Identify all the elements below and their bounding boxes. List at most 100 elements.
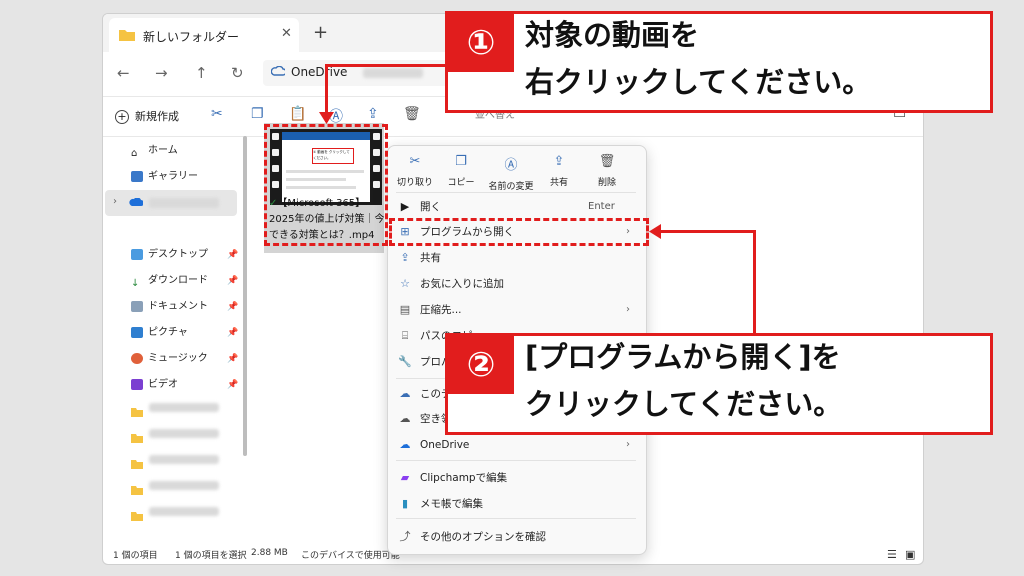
clipchamp-label: Clipchampで編集 (420, 472, 508, 484)
menu-compress[interactable]: ▤ 圧縮先... (398, 300, 462, 320)
sidebar-item-gallery[interactable]: ギャラリー (131, 168, 198, 186)
folder-name-blurred (149, 429, 219, 438)
step1-text-line1: 対象の動画を (525, 18, 700, 52)
path-icon: ⌸ (401, 329, 409, 342)
menu-edit-notepad[interactable]: ▮ メモ帳で編集 (398, 494, 483, 514)
paste-icon[interactable]: 📋 (289, 106, 306, 122)
pictures-icon (131, 326, 143, 338)
highlight-file (264, 124, 388, 246)
sidebar-label: ギャラリー (148, 171, 198, 182)
sidebar-item-folder[interactable] (131, 480, 219, 499)
sidebar-item-folder[interactable] (131, 402, 219, 421)
folder-icon (131, 460, 143, 469)
more-options-label: その他のオプションを確認 (420, 531, 546, 543)
tiles-view-icon[interactable]: ▣ (905, 548, 915, 561)
music-icon (131, 352, 143, 364)
pin-icon: 📌 (227, 354, 239, 364)
onedrive-icon (129, 198, 143, 206)
new-button[interactable]: + 新規作成 (115, 108, 179, 124)
menu-onedrive[interactable]: ☁ OneDrive (398, 435, 470, 455)
sidebar-label: ビデオ (148, 379, 178, 390)
cloud-icon (271, 66, 285, 76)
folder-name-blurred (149, 455, 219, 464)
tab-new-folder[interactable]: 新しいフォルダー ✕ (109, 18, 299, 52)
delete-action[interactable]: 🗑 削除 (582, 154, 632, 188)
callout-line (753, 230, 756, 334)
sidebar-item-downloads[interactable]: ↓ ダウンロード (131, 272, 208, 290)
sidebar-item-music[interactable]: ミュージック (131, 350, 208, 368)
navigation-pane: ⌂ ホーム ギャラリー › デスクトップ 📌 ↓ ダウンロード 📌 ドキュメント 📌… (103, 136, 243, 544)
zip-icon: ▤ (399, 303, 411, 316)
cloud-sync-icon: ☁ (399, 387, 411, 400)
tab-label: 新しいフォルダー (143, 30, 240, 44)
pin-icon: 📌 (227, 276, 239, 286)
share-icon[interactable]: ⇪ (367, 106, 379, 122)
step1-text-line2: 右クリックしてください。 (525, 65, 872, 99)
submenu-chevron-icon: › (626, 304, 630, 315)
step2-text-line2: クリックしてください。 (525, 387, 843, 421)
sidebar-item-folder[interactable] (131, 454, 219, 473)
open-label: 開く (420, 201, 441, 213)
folder-name-blurred (149, 481, 219, 490)
folder-icon (131, 434, 143, 443)
sidebar-item-home[interactable]: ⌂ ホーム (131, 142, 178, 160)
menu-add-favorite[interactable]: ☆ お気に入りに追加 (398, 274, 504, 294)
sidebar-item-documents[interactable]: ドキュメント (131, 298, 208, 316)
pin-icon: 📌 (227, 302, 239, 312)
arrow-left-icon (649, 224, 661, 239)
pin-icon: 📌 (227, 250, 239, 260)
sidebar-item-pictures[interactable]: ピクチャ (131, 324, 188, 342)
share-icon: ⇪ (400, 251, 410, 264)
delete-icon[interactable]: 🗑 (403, 106, 421, 122)
menu-open[interactable]: ▶ 開く Enter (398, 197, 615, 217)
copy-icon[interactable]: ❐ (251, 106, 264, 122)
arrow-down-icon (319, 112, 334, 124)
sidebar-item-folder[interactable] (131, 506, 219, 525)
selection-info: 1 個の項目を選択 (175, 551, 247, 561)
expand-chevron-icon[interactable]: › (113, 196, 117, 207)
sidebar-label: ホーム (148, 145, 178, 156)
sidebar-label: デスクトップ (148, 249, 208, 260)
sidebar-scrollbar[interactable] (243, 136, 247, 456)
share-menu-label: 共有 (420, 252, 441, 264)
sidebar-label: ミュージック (148, 353, 208, 364)
cut-action[interactable]: ✂ 切り取り (390, 154, 440, 188)
new-tab-button[interactable]: + (313, 22, 328, 43)
rename-action[interactable]: Ⓐ 名前の変更 (484, 154, 538, 192)
menu-more-options[interactable]: ⤴ その他のオプションを確認 (398, 527, 547, 547)
copy-icon: ❐ (455, 154, 467, 169)
media-play-icon: ▶ (400, 200, 410, 213)
compress-label: 圧縮先... (420, 304, 462, 316)
cloud-icon: ☁ (399, 412, 411, 425)
back-icon[interactable]: ← (117, 64, 130, 82)
menu-edit-clipchamp[interactable]: ▰ Clipchampで編集 (398, 468, 507, 488)
address-text: OneDrive (291, 65, 348, 79)
details-view-icon[interactable]: ☰ (887, 548, 897, 561)
folder-name-blurred (149, 507, 219, 516)
videos-icon (131, 378, 143, 390)
sidebar-item-desktop[interactable]: デスクトップ (131, 246, 208, 264)
refresh-icon[interactable]: ↻ (231, 64, 244, 82)
copy-label: コピー (447, 178, 475, 188)
desktop-icon (131, 248, 143, 260)
share-action[interactable]: ⇪ 共有 (534, 154, 584, 188)
sidebar-item-folder[interactable] (131, 428, 219, 447)
sidebar-item-videos[interactable]: ビデオ (131, 376, 178, 394)
scissors-icon: ✂ (409, 154, 421, 169)
up-icon[interactable]: ↑ (195, 64, 208, 82)
share-icon: ⇪ (553, 154, 565, 169)
new-label: 新規作成 (135, 110, 179, 123)
folder-name-blurred (149, 403, 219, 412)
menu-separator (396, 192, 636, 193)
copy-action[interactable]: ❐ コピー (436, 154, 486, 188)
forward-icon[interactable]: → (155, 64, 168, 82)
download-icon: ↓ (131, 277, 140, 289)
delete-label: 削除 (597, 178, 616, 188)
close-tab-icon[interactable]: ✕ (281, 26, 292, 41)
wrench-icon: 🔧 (398, 355, 412, 368)
menu-share[interactable]: ⇪ 共有 (398, 248, 441, 268)
cut-icon[interactable]: ✂ (211, 106, 223, 122)
callout-line (660, 230, 756, 233)
home-icon: ⌂ (131, 147, 138, 159)
cut-label: 切り取り (396, 178, 433, 188)
